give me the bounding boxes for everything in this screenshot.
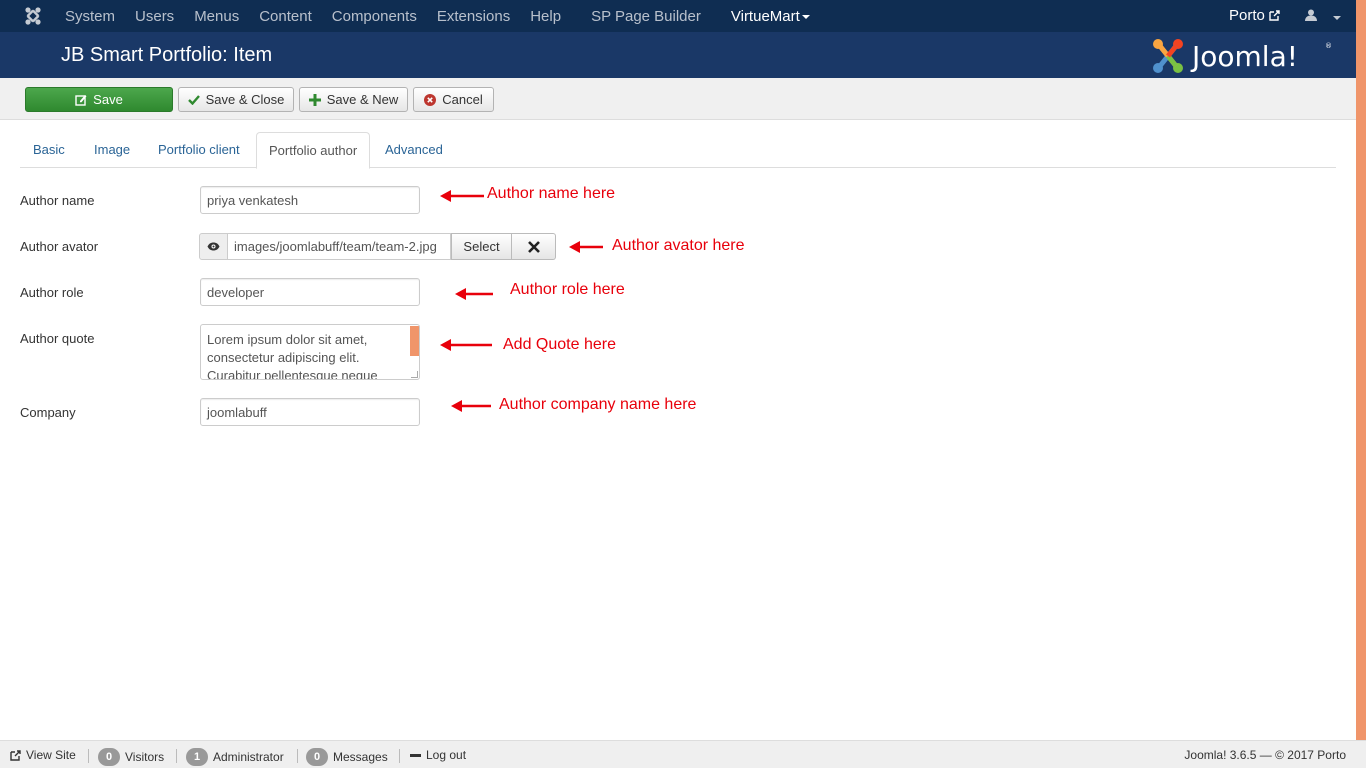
divider xyxy=(297,749,298,763)
arrow-left-icon xyxy=(569,241,603,253)
menu-extensions[interactable]: Extensions xyxy=(437,8,510,25)
author-quote-text: Lorem ipsum dolor sit amet, consectetur … xyxy=(207,332,378,380)
logout-label: Log out xyxy=(426,748,467,762)
messages-link[interactable]: 0 Messages xyxy=(306,748,388,766)
page-header: JB Smart Portfolio: Item Joomla! ® xyxy=(0,32,1356,78)
save-close-button[interactable]: Save & Close xyxy=(178,87,294,112)
save-new-button[interactable]: Save & New xyxy=(299,87,408,112)
chevron-down-icon xyxy=(801,14,810,19)
author-quote-textarea[interactable]: Lorem ipsum dolor sit amet, consectetur … xyxy=(200,324,420,380)
svg-text:Joomla!: Joomla! xyxy=(1190,40,1298,73)
author-avatar-path-input[interactable]: images/joomlabuff/team/team-2.jpg xyxy=(228,233,451,260)
cancel-button[interactable]: Cancel xyxy=(413,87,494,112)
visitors-label: Visitors xyxy=(125,750,165,764)
annotation-company: Author company name here xyxy=(499,396,697,413)
author-avatar-label: Author avator xyxy=(20,239,99,254)
joomla-logo: Joomla! ® xyxy=(1153,39,1332,73)
view-site-link[interactable]: View Site xyxy=(10,748,76,762)
preview-button[interactable] xyxy=(199,233,228,260)
visitors-count-badge: 0 xyxy=(98,748,120,766)
messages-label: Messages xyxy=(333,750,388,764)
resize-grip[interactable] xyxy=(411,371,418,378)
admin-count-badge: 1 xyxy=(186,748,208,766)
eye-icon xyxy=(207,242,220,251)
tab-portfolio-client[interactable]: Portfolio client xyxy=(146,132,252,168)
menu-sp-page-builder[interactable]: SP Page Builder xyxy=(591,8,701,25)
company-input[interactable]: joomlabuff xyxy=(200,398,420,426)
arrow-left-icon xyxy=(440,190,484,202)
user-icon xyxy=(1305,9,1317,21)
annotation-author-avatar: Author avator here xyxy=(612,237,745,254)
author-name-label: Author name xyxy=(20,193,95,208)
arrow-left-icon xyxy=(455,288,493,300)
administrator-label: Administrator xyxy=(213,750,284,764)
edit-icon xyxy=(75,94,87,106)
check-icon xyxy=(187,95,200,105)
textarea-scrollbar[interactable] xyxy=(410,326,419,356)
cancel-label: Cancel xyxy=(442,92,483,107)
divider xyxy=(88,749,89,763)
joomla-menu-icon[interactable] xyxy=(24,6,42,26)
author-quote-label: Author quote xyxy=(20,331,95,346)
user-menu[interactable] xyxy=(1305,9,1341,24)
svg-text:®: ® xyxy=(1325,42,1332,50)
divider xyxy=(399,749,400,763)
annotation-author-role: Author role here xyxy=(510,281,625,298)
site-link[interactable]: Porto xyxy=(1229,7,1280,24)
author-avatar-field: images/joomlabuff/team/team-2.jpg Select xyxy=(199,233,556,260)
save-new-label: Save & New xyxy=(326,92,399,107)
page-title: JB Smart Portfolio: Item xyxy=(61,44,273,66)
version-text: Joomla! 3.6.5 — © 2017 Porto xyxy=(1184,748,1346,762)
save-label: Save xyxy=(93,92,123,107)
author-name-input[interactable]: priya venkatesh xyxy=(200,186,420,214)
menu-system[interactable]: System xyxy=(65,8,115,25)
menu-menus[interactable]: Menus xyxy=(194,8,239,25)
save-button[interactable]: Save xyxy=(25,87,173,112)
logout-link[interactable]: Log out xyxy=(410,748,466,762)
menu-components[interactable]: Components xyxy=(332,8,417,25)
tab-basic[interactable]: Basic xyxy=(21,132,77,168)
clear-button[interactable] xyxy=(512,233,556,260)
view-site-label: View Site xyxy=(26,748,76,762)
arrow-left-icon xyxy=(440,339,492,351)
tab-image[interactable]: Image xyxy=(82,132,142,168)
author-role-label: Author role xyxy=(20,285,84,300)
company-label: Company xyxy=(20,405,76,420)
main-menu: System Users Menus Content Components Ex… xyxy=(65,0,830,32)
menu-content[interactable]: Content xyxy=(259,8,312,25)
arrow-left-icon xyxy=(451,400,491,412)
menu-virtuemart-label: VirtueMart xyxy=(730,7,800,25)
save-close-label: Save & Close xyxy=(205,92,285,107)
status-bar: View Site 0 Visitors 1 Administrator 0 M… xyxy=(0,740,1366,768)
divider xyxy=(176,749,177,763)
page-scrollbar[interactable] xyxy=(1356,0,1366,740)
select-button[interactable]: Select xyxy=(451,233,512,260)
visitors-link[interactable]: 0 Visitors xyxy=(98,748,164,766)
menu-help[interactable]: Help xyxy=(530,8,561,25)
annotation-author-quote: Add Quote here xyxy=(503,336,616,353)
external-link-icon xyxy=(10,749,21,761)
minus-icon xyxy=(410,753,421,757)
toolbar: Save Save & Close Save & New Cancel xyxy=(0,78,1356,120)
tab-advanced[interactable]: Advanced xyxy=(373,132,455,168)
close-icon xyxy=(527,240,540,253)
menu-virtuemart[interactable]: VirtueMart xyxy=(731,8,810,25)
admin-navbar: System Users Menus Content Components Ex… xyxy=(0,0,1356,32)
cancel-circle-icon xyxy=(424,93,437,106)
administrator-link[interactable]: 1 Administrator xyxy=(186,748,284,766)
tab-portfolio-author[interactable]: Portfolio author xyxy=(256,132,371,169)
external-link-icon xyxy=(1269,10,1280,21)
site-name: Porto xyxy=(1229,7,1265,24)
author-role-input[interactable]: developer xyxy=(200,278,420,306)
annotation-author-name: Author name here xyxy=(487,185,616,202)
tab-bar: Basic Image Portfolio client Portfolio a… xyxy=(20,132,1336,169)
chevron-down-icon xyxy=(1332,15,1341,20)
menu-users[interactable]: Users xyxy=(135,8,174,25)
messages-count-badge: 0 xyxy=(306,748,328,766)
plus-icon xyxy=(308,93,321,106)
